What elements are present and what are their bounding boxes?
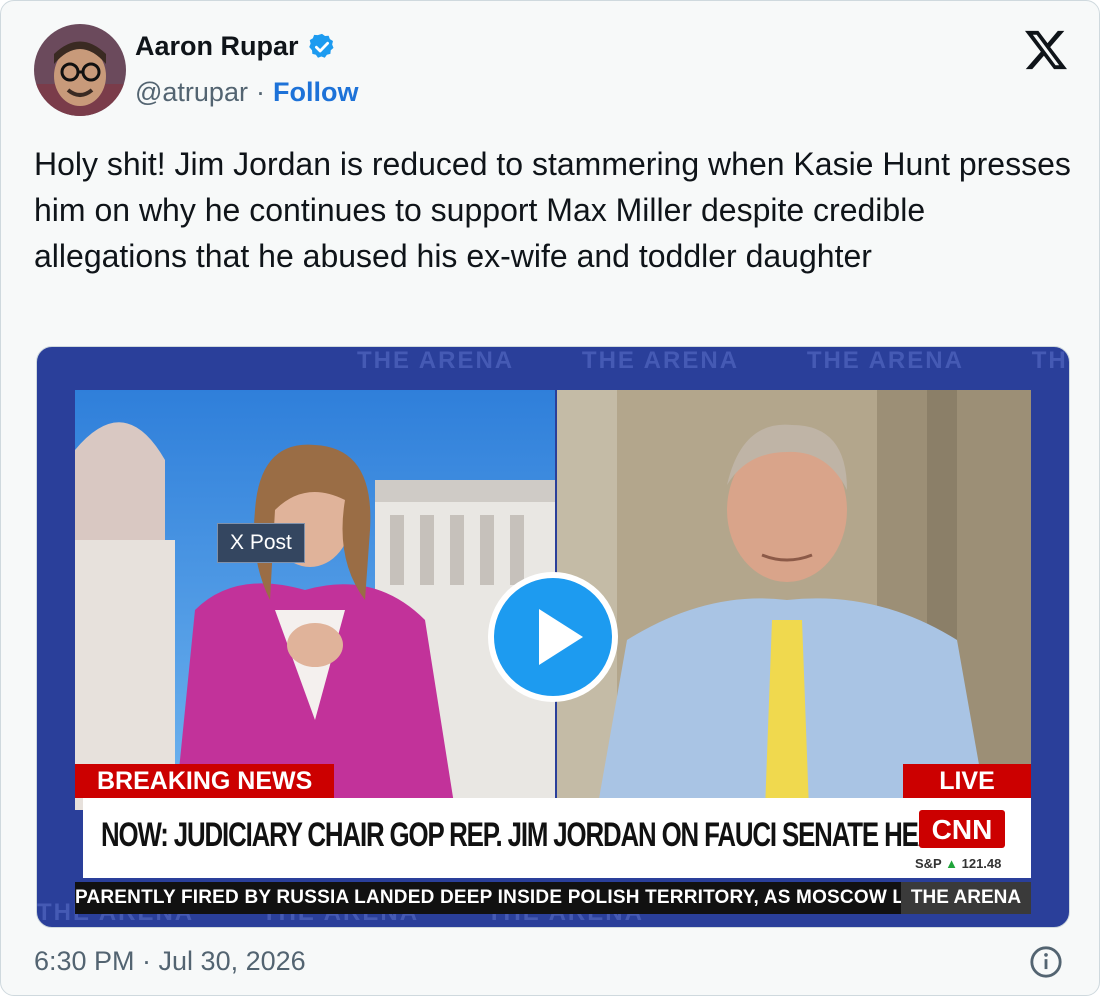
lower-third: NOW: JUDICIARY CHAIR GOP REP. JIM JORDAN… (83, 798, 1031, 878)
news-ticker: PARENTLY FIRED BY RUSSIA LANDED DEEP INS… (75, 882, 1031, 914)
tweet-text: Holy shit! Jim Jordan is reduced to stam… (34, 146, 1071, 274)
author-name-row: Aaron Rupar (135, 31, 337, 62)
verified-badge-icon (308, 33, 334, 58)
live-label: LIVE (903, 764, 1031, 798)
chyron-headline: NOW: JUDICIARY CHAIR GOP REP. JIM JORDAN… (101, 816, 996, 854)
show-tag: THE ARENA (901, 882, 1031, 914)
video-player[interactable]: THE ARENA THE ARENA THE ARENA THE ARENA … (36, 346, 1070, 928)
info-icon[interactable] (1029, 945, 1063, 979)
tweet-card: Aaron Rupar @atrupar · Follow Holy shit!… (0, 0, 1100, 996)
ticker-text: PARENTLY FIRED BY RUSSIA LANDED DEEP INS… (75, 887, 919, 908)
handle-row: @atrupar · Follow (135, 77, 358, 108)
guest-video-panel (557, 390, 1031, 810)
separator-dot: · (255, 77, 265, 107)
author-name[interactable]: Aaron Rupar (135, 31, 299, 62)
follow-button[interactable]: Follow (273, 77, 358, 108)
svg-text:CNN: CNN (932, 814, 993, 845)
author-handle[interactable]: @atrupar (135, 77, 248, 108)
play-icon[interactable] (487, 571, 619, 703)
tweet-timestamp[interactable]: 6:30 PM · Jul 30, 2026 (34, 946, 306, 977)
breaking-news-label: BREAKING NEWS (75, 764, 335, 798)
cnn-logo: CNN (919, 810, 1005, 848)
anchor-video-panel: X Post (75, 390, 555, 810)
avatar[interactable] (34, 24, 126, 116)
x-logo-icon[interactable] (1023, 29, 1069, 71)
x-post-badge: X Post (217, 523, 305, 563)
arena-watermark-top: THE ARENA THE ARENA THE ARENA THE ARENA … (357, 347, 1069, 374)
market-ticker: S&P ▲ 121.48 (915, 856, 1002, 871)
